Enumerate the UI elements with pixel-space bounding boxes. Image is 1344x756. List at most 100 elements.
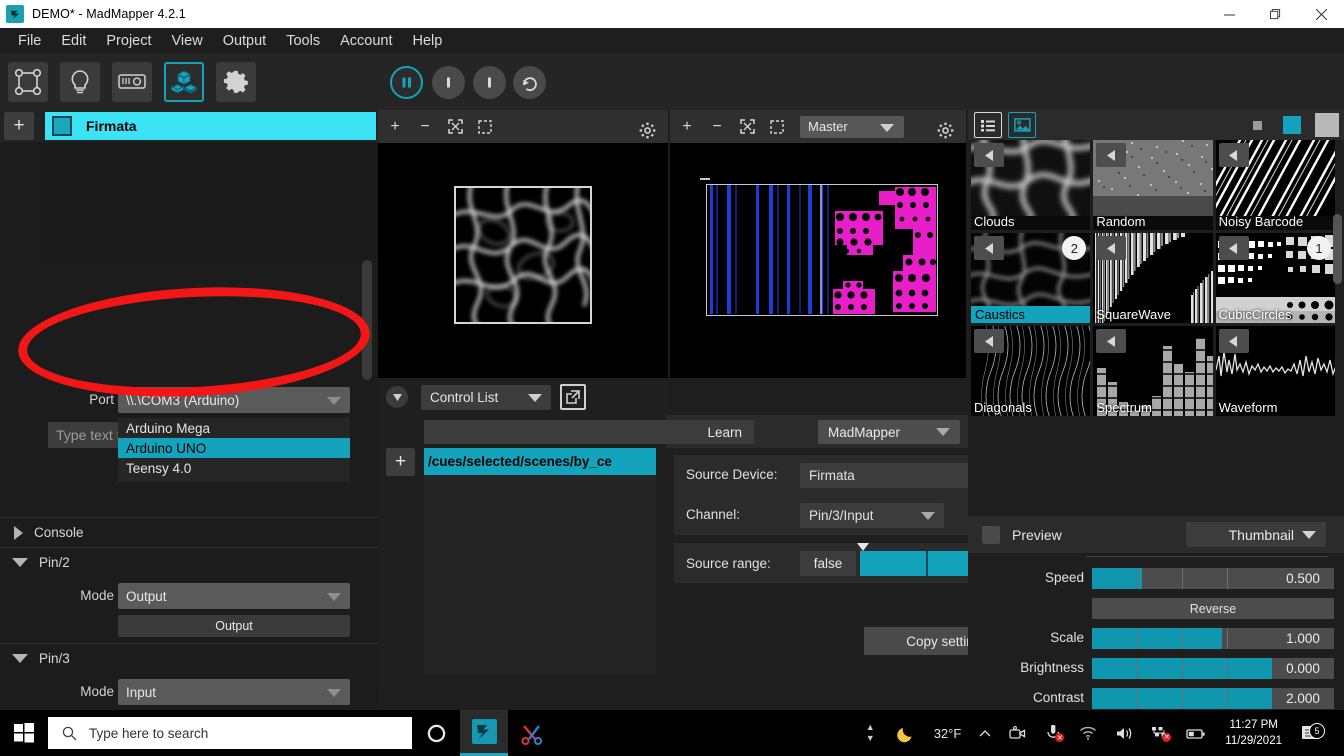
lights-icon[interactable]: [60, 62, 100, 102]
select-icon[interactable]: [472, 114, 498, 140]
network-error-icon[interactable]: ✕: [1151, 726, 1168, 741]
projector-icon[interactable]: [112, 62, 152, 102]
back-arrow-icon[interactable]: [1219, 329, 1249, 353]
brightness-slider[interactable]: [1092, 658, 1272, 679]
device-list-item-firmata[interactable]: Firmata: [45, 112, 376, 140]
zoom-out-icon[interactable]: −: [704, 114, 730, 140]
materials-scrollbar[interactable]: [1333, 214, 1342, 284]
snipping-tool-icon[interactable]: [508, 710, 556, 756]
volume-icon[interactable]: [1115, 726, 1133, 741]
menu-help[interactable]: Help: [402, 30, 452, 52]
material-cell-cubiccircles[interactable]: 1 CubicCircles: [1216, 233, 1335, 323]
menu-output[interactable]: Output: [213, 30, 277, 52]
windows-start-icon[interactable]: [0, 710, 48, 756]
speed-slider[interactable]: [1092, 568, 1272, 589]
model-option-arduino-mega[interactable]: Arduino Mega: [118, 418, 350, 438]
protocol-dropdown[interactable]: MadMapper: [818, 420, 960, 444]
reload-icon[interactable]: [513, 66, 546, 99]
step-forward-icon[interactable]: [473, 66, 506, 99]
chevron-up-icon[interactable]: [979, 729, 991, 738]
grid-view-icon[interactable]: [1008, 112, 1036, 138]
popout-icon[interactable]: [560, 384, 586, 410]
notifications-icon[interactable]: 5: [1301, 721, 1329, 745]
menu-view[interactable]: View: [162, 30, 213, 52]
moon-icon[interactable]: [897, 724, 916, 743]
preview-mode-dropdown[interactable]: Thumbnail: [1186, 522, 1326, 547]
scale-slider[interactable]: [1092, 628, 1272, 649]
pause-icon[interactable]: [390, 66, 423, 99]
control-list-selector[interactable]: Control List: [421, 385, 551, 410]
close-button[interactable]: [1298, 0, 1344, 28]
source-device-value[interactable]: Firmata: [800, 463, 970, 488]
add-device-button[interactable]: +: [4, 112, 34, 140]
channel-dropdown[interactable]: Pin/3/Input: [800, 503, 944, 528]
pin2-state-value[interactable]: Output: [118, 615, 350, 637]
contrast-slider[interactable]: [1092, 688, 1272, 709]
material-cell-caustics[interactable]: 2 Caustics: [971, 233, 1090, 323]
minimize-button[interactable]: [1206, 0, 1252, 28]
control-list-item[interactable]: /cues/selected/scenes/by_ce: [424, 448, 656, 475]
back-arrow-icon[interactable]: [974, 236, 1004, 260]
model-option-teensy[interactable]: Teensy 4.0: [118, 458, 350, 478]
menu-account[interactable]: Account: [330, 30, 402, 52]
zoom-in-icon[interactable]: +: [382, 114, 408, 140]
contrast-value[interactable]: 2.000: [1272, 688, 1334, 709]
battery-icon[interactable]: [1186, 727, 1206, 740]
device-list-scrollbar[interactable]: [362, 260, 372, 380]
model-option-arduino-uno[interactable]: Arduino UNO: [118, 438, 350, 458]
material-cell-clouds[interactable]: Clouds: [971, 140, 1090, 230]
list-view-icon[interactable]: [974, 112, 1002, 138]
zoom-in-icon[interactable]: +: [674, 114, 700, 140]
weather-temp[interactable]: 32°F: [934, 726, 962, 741]
camera-icon[interactable]: [1009, 726, 1026, 741]
port-dropdown[interactable]: \\.\COM3 (Arduino): [118, 387, 350, 413]
back-arrow-icon[interactable]: [1219, 236, 1249, 260]
pin3-section-header[interactable]: Pin/3: [0, 643, 378, 673]
fit-icon[interactable]: [442, 114, 468, 140]
gear-icon[interactable]: [932, 117, 958, 143]
back-arrow-icon[interactable]: [1096, 236, 1126, 260]
back-arrow-icon[interactable]: [1096, 143, 1126, 167]
cortana-icon[interactable]: [412, 710, 460, 756]
pin2-section-header[interactable]: Pin/2: [0, 547, 378, 577]
fit-icon[interactable]: [734, 114, 760, 140]
thumb-size-large[interactable]: [1315, 113, 1339, 137]
menu-tools[interactable]: Tools: [276, 30, 330, 52]
source-range-value[interactable]: false: [800, 551, 856, 576]
back-arrow-icon[interactable]: [974, 329, 1004, 353]
material-cell-random[interactable]: Random: [1093, 140, 1212, 230]
thumb-size-medium[interactable]: [1283, 116, 1301, 134]
back-arrow-icon[interactable]: [974, 143, 1004, 167]
madmapper-taskbar-icon[interactable]: [460, 710, 508, 756]
tray-scroll-arrows[interactable]: ▲▼: [866, 722, 875, 744]
preview-checkbox[interactable]: [982, 526, 1000, 544]
step-back-icon[interactable]: [432, 66, 465, 99]
pin2-mode-dropdown[interactable]: Output: [118, 583, 350, 609]
back-arrow-icon[interactable]: [1219, 143, 1249, 167]
material-cell-waveform[interactable]: Waveform: [1216, 326, 1335, 416]
reverse-button[interactable]: Reverse: [1092, 598, 1334, 619]
wifi-icon[interactable]: [1079, 726, 1097, 740]
material-cell-noisy-barcode[interactable]: Noisy Barcode: [1216, 140, 1335, 230]
select-icon[interactable]: [764, 114, 790, 140]
output-selector-dropdown[interactable]: Master: [800, 116, 904, 138]
gear-icon[interactable]: [634, 117, 660, 143]
material-cell-spectrum[interactable]: Spectrum: [1093, 326, 1212, 416]
console-section-header[interactable]: Console: [0, 517, 378, 547]
taskbar-search-box[interactable]: Type here to search: [48, 717, 412, 749]
menu-edit[interactable]: Edit: [51, 30, 96, 52]
settings-gear-icon[interactable]: [216, 62, 256, 102]
chevron-down-circle-icon[interactable]: [386, 386, 408, 408]
add-control-button[interactable]: +: [386, 448, 415, 476]
taskbar-clock[interactable]: 11:27 PM 11/29/2021: [1225, 717, 1282, 749]
thumb-size-small[interactable]: [1253, 121, 1262, 130]
surfaces-icon[interactable]: [8, 62, 48, 102]
source-range-slider[interactable]: [860, 551, 976, 576]
mic-muted-icon[interactable]: ✕: [1044, 725, 1061, 741]
maximize-button[interactable]: [1252, 0, 1298, 28]
pin3-mode-dropdown[interactable]: Input: [118, 679, 350, 705]
materials-icon[interactable]: [164, 62, 204, 102]
speed-value[interactable]: 0.500: [1272, 568, 1334, 589]
learn-button[interactable]: Learn: [424, 420, 754, 444]
scale-value[interactable]: 1.000: [1272, 628, 1334, 649]
